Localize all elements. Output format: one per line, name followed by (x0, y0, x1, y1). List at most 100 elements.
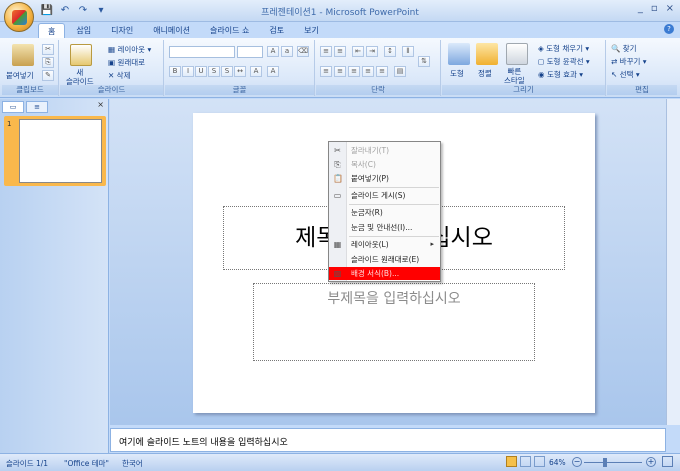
replace-button[interactable]: ⇄ 바꾸기 ▾ (611, 56, 647, 67)
layout-button[interactable]: ▦ 레이아웃 ▾ (108, 44, 151, 55)
office-button[interactable] (4, 2, 34, 32)
text-direction-icon[interactable]: ⇅ (418, 56, 430, 67)
sorter-view-icon[interactable] (520, 456, 531, 467)
menu-item-cut[interactable]: ✂ 잘라내기(T) (329, 144, 440, 157)
paste-button[interactable]: 붙여넣기 (6, 70, 34, 81)
bold-icon[interactable]: B (169, 66, 181, 77)
menu-item-format-background[interactable]: ▨ 배경 서식(B)... (329, 267, 440, 280)
column-spacing-icon[interactable]: ▤ (394, 66, 406, 77)
tab-design[interactable]: 디자인 (102, 23, 142, 38)
zoom-out-icon[interactable]: − (572, 457, 582, 467)
delete-button[interactable]: ✕ 삭제 (108, 70, 130, 81)
justify-icon[interactable]: ≡ (362, 66, 374, 77)
distribute-icon[interactable]: ≡ (376, 66, 388, 77)
copy-icon[interactable]: ⎘ (42, 57, 54, 68)
context-menu: ✂ 잘라내기(T) ⎘ 복사(C) 📋 붙여넣기(P) ▭ 슬라이드 게시(S)… (328, 141, 441, 282)
char-spacing-icon[interactable]: ↔ (234, 66, 246, 77)
new-slide-icon[interactable] (70, 44, 92, 66)
zoom-in-icon[interactable]: + (646, 457, 656, 467)
reset-label: 원래대로 (117, 58, 146, 67)
arrange-button[interactable]: 정렬 (478, 68, 492, 79)
shape-fill-button[interactable]: ◈ 도형 채우기 ▾ (538, 43, 589, 54)
quick-styles-icon[interactable] (506, 43, 528, 65)
slides-pane: ▭ ≡ × 1 (0, 99, 109, 453)
vertical-scrollbar[interactable] (666, 99, 680, 425)
normal-view-icon[interactable] (506, 456, 517, 467)
quick-styles-button[interactable]: 빠른 스타일 (504, 67, 525, 85)
menu-item-paste[interactable]: 📋 붙여넣기(P) (329, 172, 440, 185)
shrink-font-icon[interactable]: a (281, 46, 293, 57)
help-icon[interactable]: ? (664, 24, 674, 34)
cut-icon[interactable]: ✂ (42, 44, 54, 55)
tab-outline-pane[interactable]: ≡ (26, 101, 48, 113)
slide-counter: 슬라이드 1/1 (6, 459, 49, 468)
increase-indent-icon[interactable]: ⇥ (366, 46, 378, 57)
minimize-button[interactable]: _ (638, 3, 643, 14)
reset-button[interactable]: ▣ 원래대로 (108, 57, 145, 68)
align-center-icon[interactable]: ≡ (334, 66, 346, 77)
font-color-icon[interactable]: A (267, 66, 279, 77)
new-slide-button[interactable]: 새 슬라이드 (66, 68, 94, 86)
group-slides: 새 슬라이드 ▦ 레이아웃 ▾ ▣ 원래대로 ✕ 삭제 슬라이드 (60, 40, 164, 96)
notes-pane[interactable]: 여기에 슬라이드 노트의 내용을 입력하십시오 (110, 428, 666, 452)
line-spacing-icon[interactable]: ↕ (384, 46, 396, 57)
select-label: 선택 ▾ (619, 70, 640, 79)
tab-slideshow[interactable]: 슬라이드 쇼 (201, 23, 258, 38)
italic-icon[interactable]: I (182, 66, 194, 77)
tab-review[interactable]: 검토 (260, 23, 293, 38)
language-status[interactable]: 한국어 (122, 458, 143, 469)
arrange-icon[interactable] (476, 43, 498, 65)
format-painter-icon[interactable]: ✎ (42, 70, 54, 81)
decrease-indent-icon[interactable]: ⇤ (352, 46, 364, 57)
tab-home[interactable]: 홈 (38, 23, 66, 38)
subtitle-placeholder[interactable]: 부제목을 입력하십시오 (253, 283, 535, 361)
underline-icon[interactable]: U (195, 66, 207, 77)
change-case-icon[interactable]: A (250, 66, 262, 77)
fit-window-icon[interactable] (662, 456, 673, 467)
align-right-icon[interactable]: ≡ (348, 66, 360, 77)
close-button[interactable]: × (666, 3, 674, 14)
clear-format-icon[interactable]: ⌫ (297, 46, 309, 57)
align-left-icon[interactable]: ≡ (320, 66, 332, 77)
shapes-button[interactable]: 도형 (450, 68, 464, 79)
menu-item-label: 레이아웃(L) (351, 240, 389, 249)
bullets-icon[interactable]: ≡ (320, 46, 332, 57)
group-label-font: 글꼴 (165, 85, 314, 95)
paste-icon[interactable] (12, 44, 34, 66)
zoom-level[interactable]: 64% (549, 458, 566, 467)
pane-close-icon[interactable]: × (97, 100, 104, 109)
slide-thumbnail[interactable] (4, 116, 106, 186)
ribbon: 붙여넣기 ✂ ⎘ ✎ 클립보드 새 슬라이드 ▦ 레이아웃 ▾ ▣ 원래대로 ✕… (0, 38, 680, 98)
font-size-combo[interactable] (237, 46, 263, 58)
menu-item-reset-slide[interactable]: 슬라이드 원래대로(E) (329, 253, 440, 266)
menu-item-publish-slides[interactable]: ▭ 슬라이드 게시(S) (329, 189, 440, 202)
shape-effects-label: 도형 효과 ▾ (546, 70, 584, 79)
menu-item-label: 잘라내기(T) (351, 146, 390, 155)
menu-separator (349, 236, 439, 237)
menu-item-copy[interactable]: ⎘ 복사(C) (329, 158, 440, 171)
menu-item-grid-guides[interactable]: 눈금 및 안내선(I)... (329, 221, 440, 234)
tab-view[interactable]: 보기 (295, 23, 328, 38)
find-button[interactable]: 🔍 찾기 (611, 43, 637, 54)
select-button[interactable]: ↖ 선택 ▾ (611, 69, 640, 80)
strikethrough-icon[interactable]: S (208, 66, 220, 77)
shadow-icon[interactable]: S (221, 66, 233, 77)
layout-icon: ▦ (333, 240, 342, 249)
tab-insert[interactable]: 삽입 (67, 23, 100, 38)
restore-button[interactable]: ▫ (651, 3, 658, 14)
shape-outline-button[interactable]: ◻ 도형 윤곽선 ▾ (538, 56, 590, 67)
zoom-slider[interactable] (584, 462, 642, 463)
numbering-icon[interactable]: ≡ (334, 46, 346, 57)
tab-slides-pane[interactable]: ▭ (2, 101, 24, 113)
menu-item-ruler[interactable]: 눈금자(R) (329, 206, 440, 219)
font-name-combo[interactable] (169, 46, 235, 58)
shapes-icon[interactable] (448, 43, 470, 65)
columns-icon[interactable]: ⫴ (402, 46, 414, 57)
slideshow-view-icon[interactable] (534, 456, 545, 467)
menu-item-layout[interactable]: ▦ 레이아웃(L) ▸ (329, 238, 440, 251)
shape-effects-button[interactable]: ◉ 도형 효과 ▾ (538, 69, 583, 80)
zoom-slider-thumb[interactable] (603, 458, 607, 467)
replace-label: 바꾸기 ▾ (619, 57, 647, 66)
tab-animation[interactable]: 애니메이션 (144, 23, 199, 38)
grow-font-icon[interactable]: A (267, 46, 279, 57)
